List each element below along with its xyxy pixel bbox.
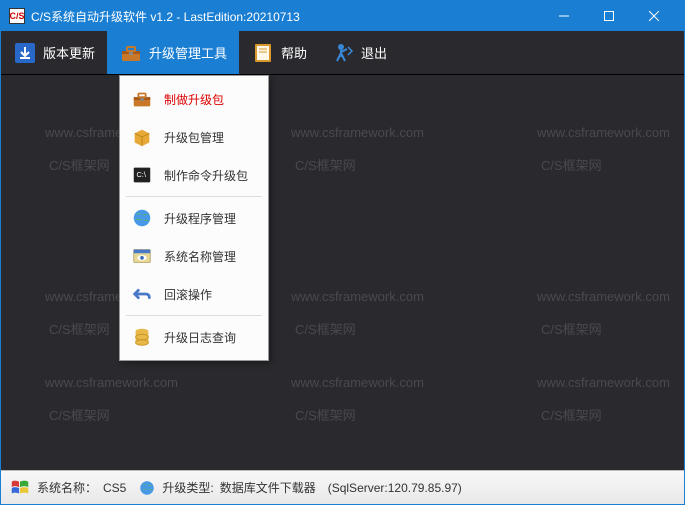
watermark-url: www.csframework.com [45,375,178,390]
toolbar-label: 版本更新 [43,43,95,62]
exit-icon [331,41,355,65]
status-server: (SqlServer:120.79.85.97) [328,481,462,495]
menu-label: 系统名称管理 [164,248,236,265]
menu-label: 升级包管理 [164,129,224,146]
globe-icon [130,206,154,230]
menu-label: 制做升级包 [164,91,224,108]
watermark-url: www.csframework.com [537,289,670,304]
toolbar-upgrade-tools[interactable]: 升级管理工具 [107,31,239,74]
watermark-sub: C/S框架网 [541,405,602,424]
toolbar-exit[interactable]: 退出 [319,31,399,74]
toolbar-label: 升级管理工具 [149,43,227,62]
menu-program-manage[interactable]: 升级程序管理 [122,199,266,237]
watermark-url: www.csframework.com [291,125,424,140]
menu-separator [126,315,262,316]
watermark-sub: C/S框架网 [295,405,356,424]
toolbox-icon [130,87,154,111]
watermark-url: www.csframework.com [291,289,424,304]
toolbox-icon [119,41,143,65]
box-icon [130,125,154,149]
status-type-label: 升级类型: [162,479,213,496]
windows-flag-icon [9,477,31,499]
watermark-url: www.csframework.com [537,125,670,140]
toolbar-version-update[interactable]: 版本更新 [1,31,107,74]
window-title: C/S系统自动升级软件 v1.2 - LastEdition:20210713 [31,8,541,25]
menu-command-package[interactable]: C:\ 制作命令升级包 [122,156,266,194]
menu-label: 升级程序管理 [164,210,236,227]
watermark-sub: C/S框架网 [49,319,110,338]
statusbar: 系统名称： CS5 升级类型: 数据库文件下载器 (SqlServer:120.… [1,470,684,504]
upgrade-tools-dropdown: 制做升级包 升级包管理 C:\ 制作命令升级包 升级程序管理 [119,75,269,361]
watermark-sub: C/S框架网 [49,405,110,424]
menu-label: 回滚操作 [164,286,212,303]
undo-icon [130,282,154,306]
menu-label: 制作命令升级包 [164,167,248,184]
toolbar-label: 帮助 [281,43,307,62]
globe-icon [138,479,156,497]
menu-rollback[interactable]: 回滚操作 [122,275,266,313]
toolbar-help[interactable]: 帮助 [239,31,319,74]
content-area: www.csframework.com www.csframework.com … [1,75,684,470]
toolbar-label: 退出 [361,43,387,62]
menu-label: 升级日志查询 [164,329,236,346]
titlebar: C/S C/S系统自动升级软件 v1.2 - LastEdition:20210… [1,1,684,31]
app-icon: C/S [9,8,25,24]
watermark-sub: C/S框架网 [541,319,602,338]
minimize-button[interactable] [541,1,586,31]
watermark-sub: C/S框架网 [541,155,602,174]
menu-package-manage[interactable]: 升级包管理 [122,118,266,156]
watermark-sub: C/S框架网 [295,319,356,338]
watermark-url: www.csframework.com [291,375,424,390]
download-icon [13,41,37,65]
status-system-label: 系统名称： [37,479,97,496]
watermark-sub: C/S框架网 [295,155,356,174]
watermark-url: www.csframework.com [537,375,670,390]
watermark-sub: C/S框架网 [49,155,110,174]
eye-window-icon [130,244,154,268]
book-icon [251,41,275,65]
toolbar: 版本更新 升级管理工具 帮助 退出 [1,31,684,75]
status-type-value: 数据库文件下载器 [220,479,316,496]
svg-text:C:\: C:\ [137,170,147,179]
menu-make-package[interactable]: 制做升级包 [122,80,266,118]
menu-separator [126,196,262,197]
menu-system-name[interactable]: 系统名称管理 [122,237,266,275]
maximize-button[interactable] [586,1,631,31]
status-system-name: CS5 [103,481,126,495]
close-button[interactable] [631,1,676,31]
terminal-icon: C:\ [130,163,154,187]
menu-log-query[interactable]: 升级日志查询 [122,318,266,356]
database-icon [130,325,154,349]
